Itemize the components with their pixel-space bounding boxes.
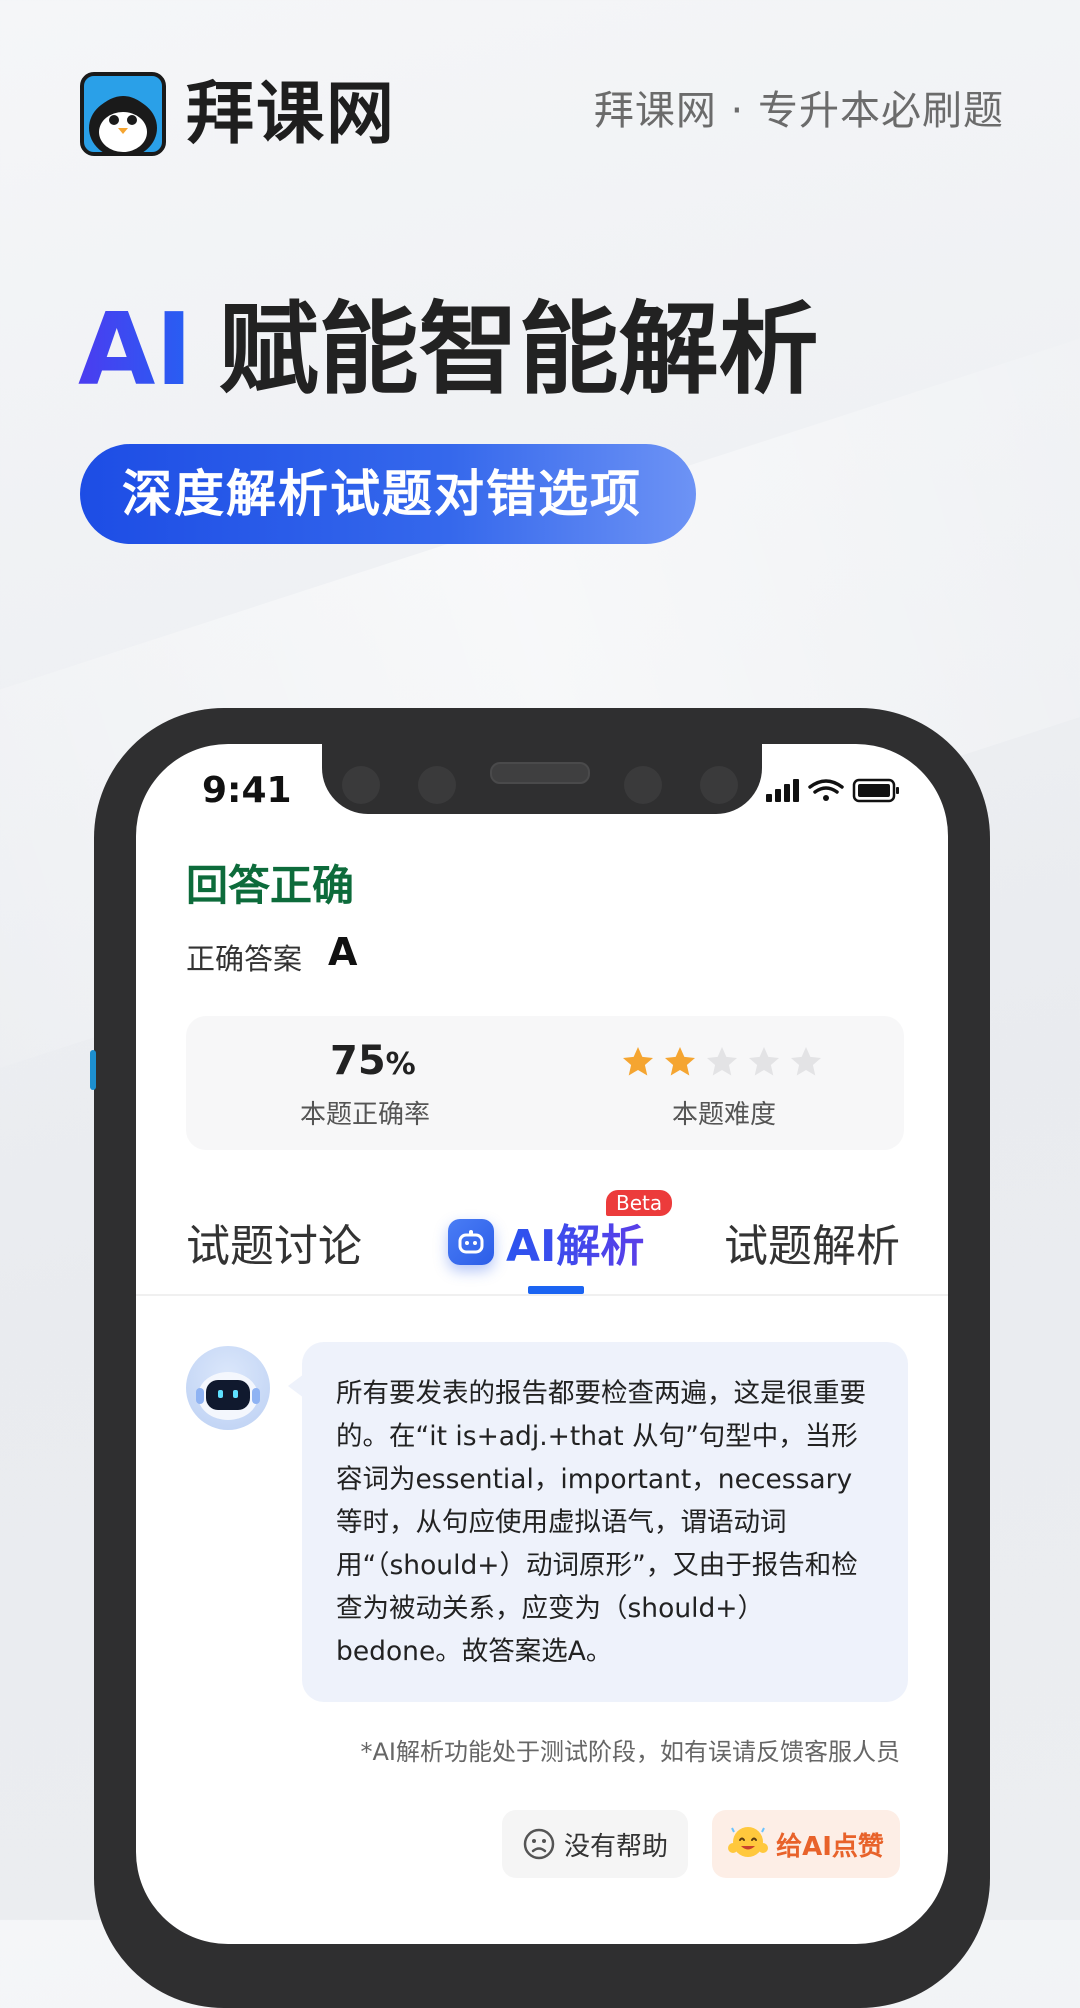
notch-sensor [624, 766, 662, 804]
result-title: 回答正确 [186, 861, 355, 910]
ai-analysis-bubble: 所有要发表的报告都要检查两遍，这是很重要的。在“it is+adj.+that … [302, 1342, 908, 1702]
status-time: 9:41 [202, 770, 292, 811]
wifi-icon [808, 779, 844, 801]
brand-name: 拜课网 [186, 75, 397, 154]
subtitle-pill: 深度解析试题对错选项 [80, 444, 696, 544]
headline: AI 赋能智能解析 [78, 290, 819, 410]
headline-ai: AI [78, 291, 193, 408]
tab-explanation[interactable]: 试题解析 [724, 1210, 900, 1274]
phone-notch [322, 744, 762, 814]
tab-ai-analysis[interactable]: AI解析 [448, 1210, 644, 1274]
correct-answer-label: 正确答案 [186, 942, 303, 976]
ai-robot-avatar-icon [186, 1346, 270, 1430]
brand-tagline: 拜课网 · 专升本必刷题 [593, 88, 1004, 134]
signal-icon [766, 779, 799, 802]
star-empty-icon [749, 1047, 779, 1076]
difficulty-stars [620, 1044, 830, 1084]
star-empty-icon [791, 1047, 821, 1076]
accuracy-rate-unit: % [385, 1047, 416, 1082]
ai-analysis-text: 所有要发表的报告都要检查两遍，这是很重要的。在“it is+adj.+that … [336, 1378, 866, 1667]
ai-disclaimer: *AI解析功能处于测试阶段，如有误请反馈客服人员 [360, 1738, 901, 1766]
no-help-label: 没有帮助 [563, 1831, 668, 1862]
notch-sensor [418, 766, 456, 804]
tab-discussion[interactable]: 试题讨论 [186, 1210, 362, 1274]
no-help-button[interactable]: 没有帮助 [502, 1810, 688, 1878]
beta-badge: Beta [606, 1190, 673, 1216]
battery-icon [852, 778, 899, 803]
subtitle-text: 深度解析试题对错选项 [122, 465, 642, 523]
notch-speaker [490, 762, 590, 784]
penguin-logo-icon [80, 72, 166, 156]
correct-answer-value: A [328, 930, 358, 974]
robot-icon [448, 1219, 494, 1265]
headline-title: 赋能智能解析 [218, 291, 819, 408]
accuracy-rate: 75% [330, 1038, 416, 1084]
status-icons [764, 776, 904, 810]
star-filled-icon [623, 1047, 653, 1076]
notch-sensor [342, 766, 380, 804]
tab-divider [136, 1294, 948, 1296]
sad-face-icon [523, 1828, 555, 1860]
notch-camera [700, 766, 738, 804]
tab-ai-label: AI解析 [506, 1210, 644, 1274]
accuracy-rate-label: 本题正确率 [300, 1100, 431, 1130]
phone-side-button [90, 1050, 96, 1090]
like-ai-button[interactable]: 给AI点赞 [712, 1810, 900, 1878]
accuracy-rate-value: 75 [330, 1038, 386, 1084]
difficulty-label: 本题难度 [672, 1100, 777, 1130]
active-tab-indicator [528, 1286, 584, 1294]
star-empty-icon [707, 1047, 737, 1076]
happy-emoji-icon [728, 1822, 769, 1866]
star-filled-icon [665, 1047, 695, 1076]
like-ai-label: 给AI点赞 [776, 1831, 884, 1862]
